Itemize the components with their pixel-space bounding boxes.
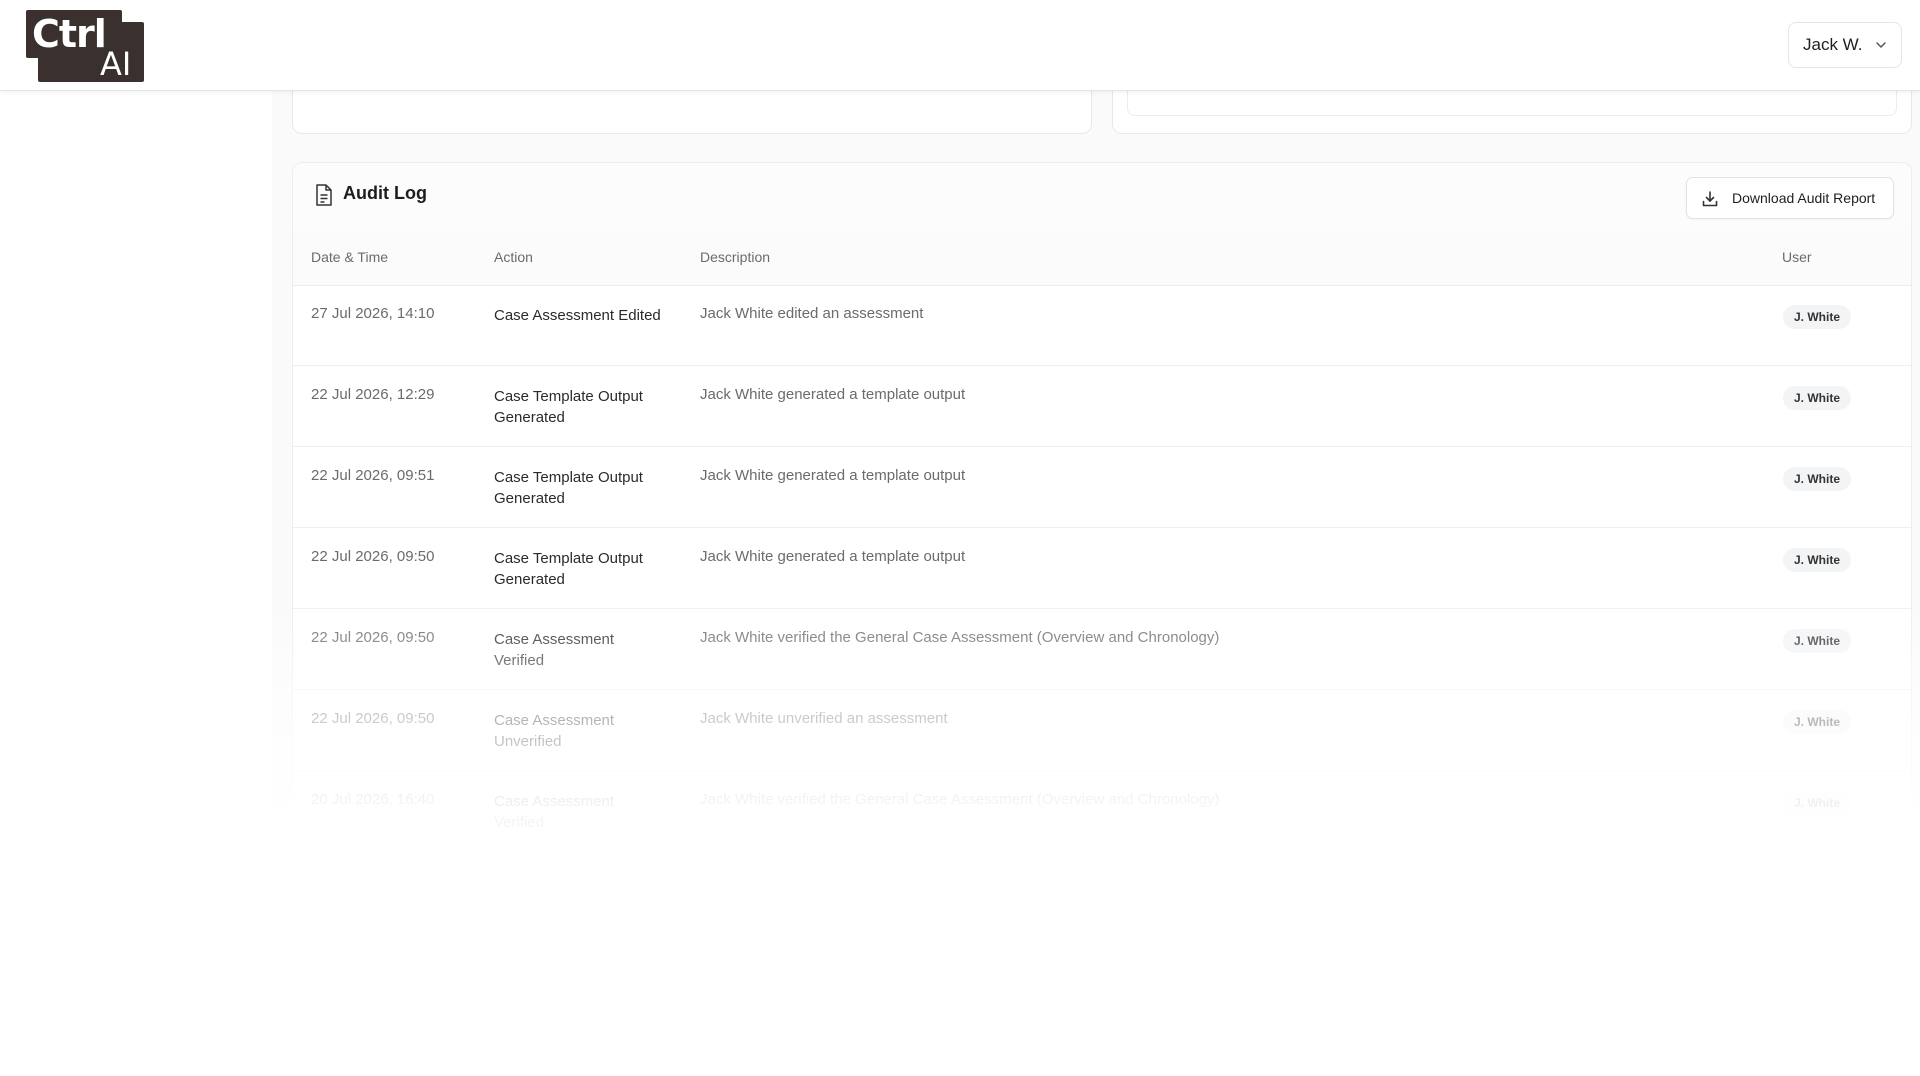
row-action: Case Assessment Verified bbox=[494, 793, 615, 831]
table-row: 22 Jul 2026, 12:29 Case Template Output … bbox=[293, 366, 1911, 447]
audit-log-header: Audit Log Download Audit Report bbox=[293, 163, 1911, 230]
user-badge: J. White bbox=[1783, 629, 1852, 653]
ctrl-ai-logo[interactable]: Ctrl AI bbox=[26, 10, 144, 82]
user-badge: J. White bbox=[1783, 386, 1852, 410]
row-description: Jack White unverified an assessment bbox=[700, 710, 948, 727]
user-badge: J. White bbox=[1783, 548, 1852, 572]
column-header-user: User bbox=[1782, 249, 1812, 265]
user-badge: J. White bbox=[1783, 305, 1852, 329]
row-description: Jack White generated a template output bbox=[700, 386, 966, 403]
row-description: Jack White verified the General Case Ass… bbox=[700, 791, 1220, 808]
row-date: 22 Jul 2026, 09:50 bbox=[311, 710, 435, 727]
user-badge: J. White bbox=[1783, 791, 1852, 815]
column-header-action: Action bbox=[494, 249, 533, 265]
row-date: 22 Jul 2026, 09:51 bbox=[311, 467, 435, 484]
table-row: 22 Jul 2026, 09:50 Case Assessment Unver… bbox=[293, 690, 1911, 771]
page-bottom-blank bbox=[0, 850, 1920, 1076]
row-action: Case Assessment Verified bbox=[494, 631, 615, 669]
audit-log-title: Audit Log bbox=[343, 183, 427, 203]
row-action: Case Template Output Generated bbox=[494, 388, 643, 426]
row-action: Case Assessment Unverified bbox=[494, 712, 615, 750]
audit-log-rows: 27 Jul 2026, 14:10 Case Assessment Edite… bbox=[293, 285, 1911, 841]
row-date: 22 Jul 2026, 09:50 bbox=[311, 548, 435, 565]
table-row: 22 Jul 2026, 09:51 Case Template Output … bbox=[293, 447, 1911, 528]
download-icon bbox=[1702, 191, 1718, 207]
row-action: Case Template Output Generated bbox=[494, 469, 643, 507]
table-row: 20 Jul 2026, 16:40 Case Assessment Verif… bbox=[293, 771, 1911, 841]
table-header: Date & Time Action Description User bbox=[293, 229, 1911, 286]
document-icon bbox=[316, 184, 332, 206]
top-bar: Ctrl AI Jack W. bbox=[0, 0, 1920, 91]
row-description: Jack White generated a template output bbox=[700, 467, 966, 484]
row-date: 22 Jul 2026, 09:50 bbox=[311, 629, 435, 646]
sidebar bbox=[0, 90, 272, 850]
user-badge: J. White bbox=[1783, 710, 1852, 734]
audit-log-panel: Audit Log Download Audit Report Date & T… bbox=[292, 162, 1912, 842]
table-row: 22 Jul 2026, 09:50 Case Template Output … bbox=[293, 528, 1911, 609]
user-menu-label: Jack W. bbox=[1803, 35, 1863, 54]
user-menu-button[interactable]: Jack W. bbox=[1788, 22, 1902, 68]
row-date: 27 Jul 2026, 14:10 bbox=[311, 305, 435, 322]
column-header-description: Description bbox=[700, 249, 771, 265]
table-row: 27 Jul 2026, 14:10 Case Assessment Edite… bbox=[293, 285, 1911, 366]
row-date: 20 Jul 2026, 16:40 bbox=[311, 791, 435, 808]
download-audit-report-button[interactable]: Download Audit Report bbox=[1686, 177, 1894, 219]
table-row: 22 Jul 2026, 09:50 Case Assessment Verif… bbox=[293, 609, 1911, 690]
column-header-date-time: Date & Time bbox=[311, 249, 389, 265]
row-description: Jack White verified the General Case Ass… bbox=[700, 629, 1220, 646]
row-date: 22 Jul 2026, 12:29 bbox=[311, 386, 435, 403]
row-description: Jack White edited an assessment bbox=[700, 305, 924, 322]
download-audit-report-label: Download Audit Report bbox=[1732, 190, 1876, 206]
chevron-down-icon bbox=[1876, 42, 1886, 48]
row-action: Case Template Output Generated bbox=[494, 550, 643, 588]
row-action: Case Assessment Edited bbox=[494, 307, 661, 324]
logo-text-ai: AI bbox=[100, 45, 132, 83]
user-badge: J. White bbox=[1783, 467, 1852, 491]
row-description: Jack White generated a template output bbox=[700, 548, 966, 565]
logo-text-ctrl: Ctrl bbox=[32, 12, 107, 56]
